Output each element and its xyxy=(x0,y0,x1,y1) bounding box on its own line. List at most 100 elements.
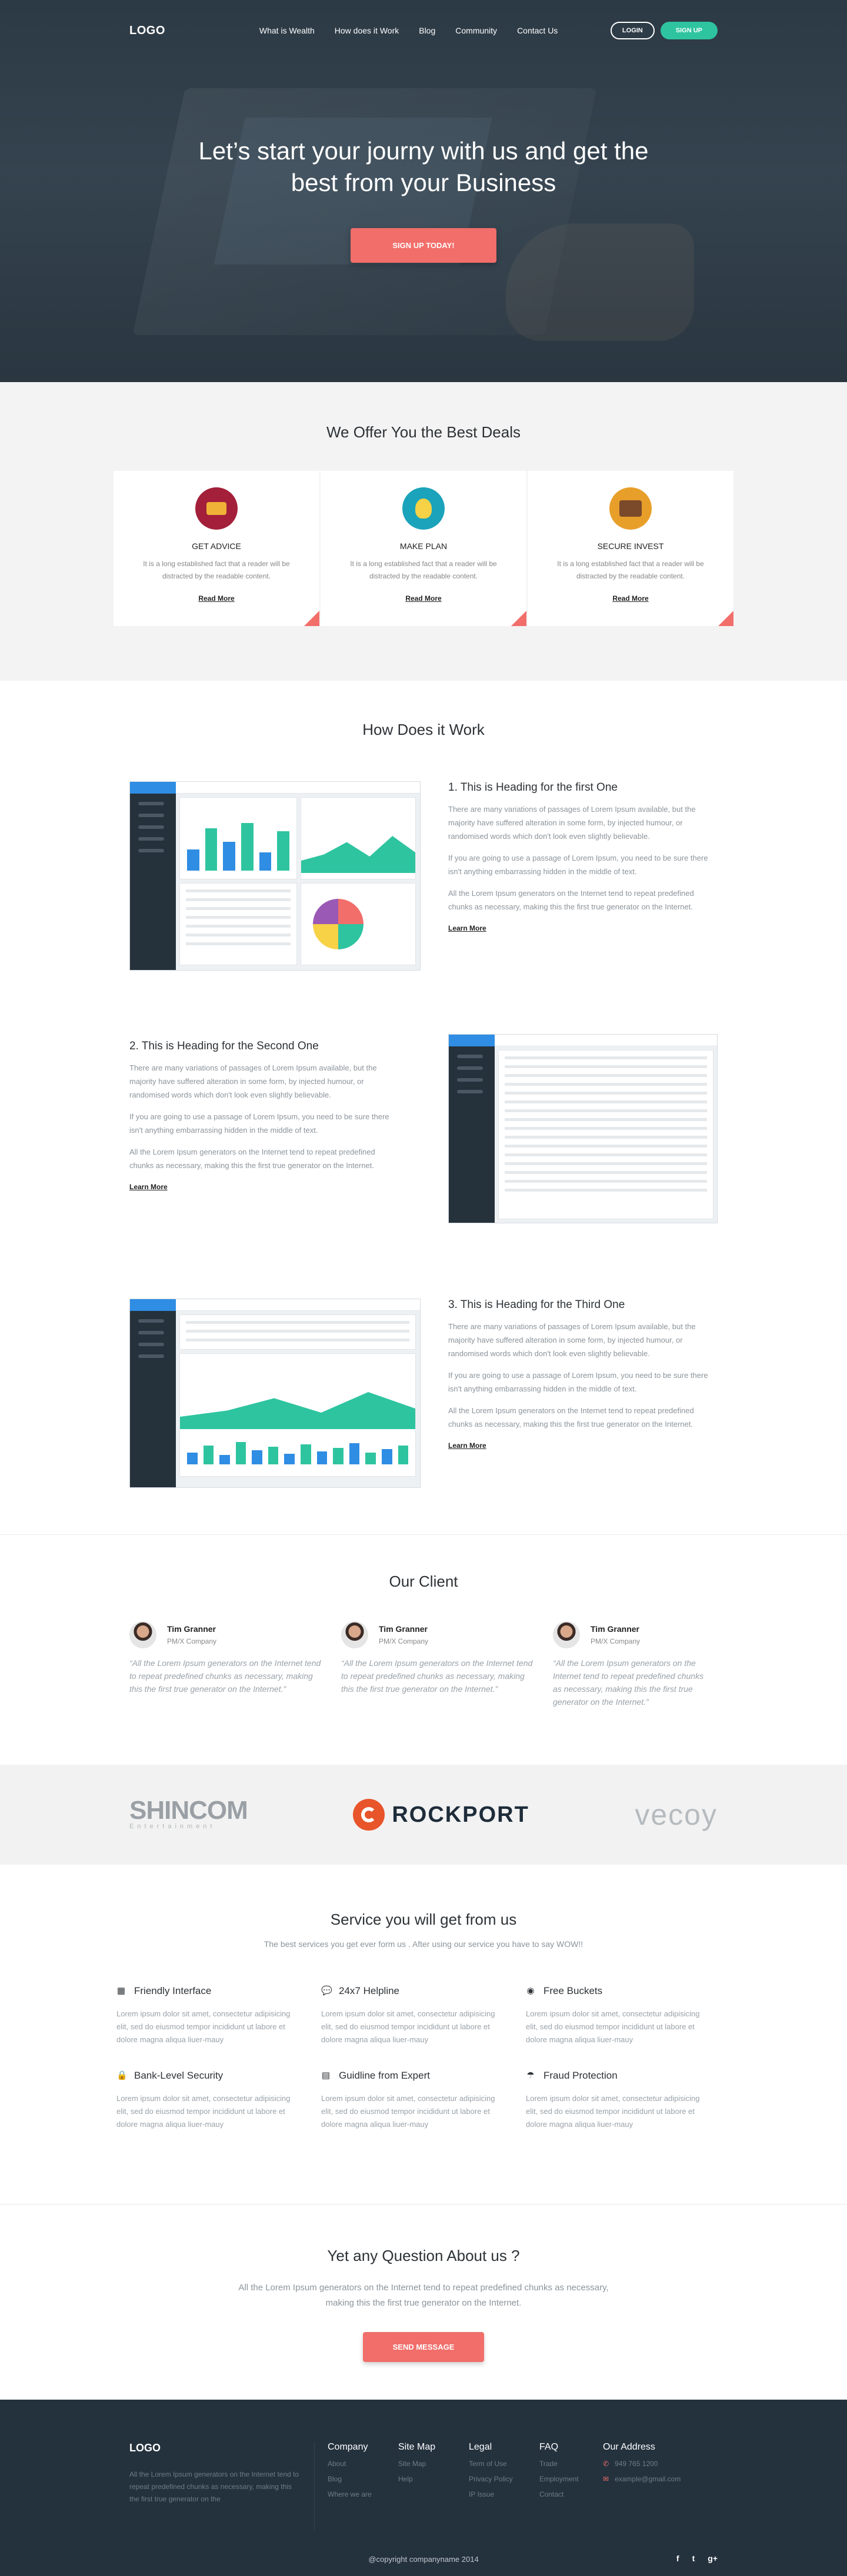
client-name: Tim Granner xyxy=(167,1624,216,1634)
client-role: PM/X Company xyxy=(167,1637,217,1645)
footer-link[interactable]: Trade xyxy=(539,2460,603,2468)
services-grid: ▦ Friendly Interface Lorem ipsum dolor si… xyxy=(0,1985,847,2131)
deal-cards: GET ADVICE It is a long established fact… xyxy=(0,471,847,626)
signup-today-button[interactable]: SIGN UP TODAY! xyxy=(351,228,496,263)
deal-card-title: GET ADVICE xyxy=(192,541,241,551)
chart-screenshot xyxy=(129,1299,421,1488)
vecoy-logo: vecoy xyxy=(635,1798,718,1831)
service-title: Fraud Protection xyxy=(543,2070,618,2081)
send-message-button[interactable]: SEND MESSAGE xyxy=(363,2332,484,2362)
footer-about: LOGO All the Lorem Ipsum generators on t… xyxy=(129,2442,306,2530)
footer-col-address: Our Address ✆ 949 765 1200 ✉ example@gmail… xyxy=(603,2442,709,2530)
footer-link[interactable]: IP Issue xyxy=(469,2490,539,2498)
email-address[interactable]: example@gmail.com xyxy=(615,2475,681,2483)
footer-link[interactable]: Privacy Policy xyxy=(469,2475,539,2483)
login-button[interactable]: LOGIN xyxy=(610,22,655,39)
deal-card-title: SECURE INVEST xyxy=(597,541,664,551)
footer-phone: ✆ 949 765 1200 xyxy=(603,2460,709,2468)
client-quote: “All the Lorem Ipsum generators on the I… xyxy=(341,1658,533,1694)
how-paragraph: All the Lorem Ipsum generators on the In… xyxy=(129,1148,375,1170)
how-text-2: 2. This is Heading for the Second One Th… xyxy=(129,1040,394,1191)
client-section: Our Client Tim Granner PM/X Company “All… xyxy=(0,1534,847,1765)
menu-how-does-it-work[interactable]: How does it Work xyxy=(335,26,399,35)
service-item: 🔒 Bank-Level Security Lorem ipsum dolor s… xyxy=(116,2070,321,2131)
deal-card: GET ADVICE It is a long established fact… xyxy=(114,471,319,626)
client-title: Our Client xyxy=(389,1573,458,1590)
twitter-icon[interactable]: t xyxy=(692,2554,695,2563)
main-menu: What is Wealth How does it Work Blog Com… xyxy=(259,26,558,35)
phone-number[interactable]: 949 765 1200 xyxy=(615,2460,658,2468)
read-more-link[interactable]: Read More xyxy=(114,594,319,603)
footer-link[interactable]: Term of Use xyxy=(469,2460,539,2468)
deal-card-text: It is a long established fact that a rea… xyxy=(350,560,497,580)
testimonial: Tim Granner PM/X Company “All the Lorem … xyxy=(129,1621,341,1708)
hero-title-line2: best from your Business xyxy=(291,169,556,196)
corner-accent xyxy=(304,611,319,626)
footer-col-company: Company About Blog Where we are xyxy=(328,2442,398,2530)
services-section: Service you will get from us The best se… xyxy=(0,1865,847,2204)
lock-icon: 🔒 xyxy=(116,2070,128,2080)
document-icon: ▤ xyxy=(321,2070,331,2080)
footer-link[interactable]: Site Map xyxy=(398,2460,469,2468)
menu-contact-us[interactable]: Contact Us xyxy=(517,26,558,35)
advice-icon xyxy=(195,487,238,530)
footer-col-sitemap: Site Map Site Map Help xyxy=(398,2442,469,2530)
how-heading: 3. This is Heading for the Third One xyxy=(448,1299,625,1311)
footer-col-title: Company xyxy=(328,2442,368,2452)
learn-more-link[interactable]: Learn More xyxy=(448,1441,713,1450)
read-more-link[interactable]: Read More xyxy=(528,594,733,603)
menu-community[interactable]: Community xyxy=(455,26,497,35)
menu-blog[interactable]: Blog xyxy=(419,26,435,35)
footer-col-title: Our Address xyxy=(603,2442,655,2452)
google-plus-icon[interactable]: g+ xyxy=(708,2554,718,2563)
how-heading: 1. This is Heading for the first One xyxy=(448,781,618,794)
footer-link[interactable]: Blog xyxy=(328,2475,398,2483)
mail-icon: ✉ xyxy=(603,2475,609,2483)
learn-more-link[interactable]: Learn More xyxy=(448,924,713,932)
signup-button[interactable]: SIGN UP xyxy=(660,22,718,39)
footer-link[interactable]: Employment xyxy=(539,2475,603,2483)
copyright: @copyright companyname 2014 xyxy=(368,2555,479,2564)
footer-divider xyxy=(314,2442,315,2530)
footer-link[interactable]: Where we are xyxy=(328,2490,398,2498)
deal-card: MAKE PLAN It is a long established fact … xyxy=(321,471,526,626)
question-text: All the Lorem Ipsum generators on the In… xyxy=(238,2283,609,2308)
service-title: 24x7 Helpline xyxy=(339,1985,400,1996)
footer-col-title: FAQ xyxy=(539,2442,559,2452)
menu-what-is-wealth[interactable]: What is Wealth xyxy=(259,26,315,35)
footer-link[interactable]: Help xyxy=(398,2475,469,2483)
how-paragraph: If you are going to use a passage of Lor… xyxy=(448,854,708,876)
client-quote: “All the Lorem Ipsum generators on the I… xyxy=(129,1658,321,1694)
partner-logos: SHINCOM Entertainment ROCKPORT vecoy xyxy=(0,1765,847,1865)
how-paragraph: All the Lorem Ipsum generators on the In… xyxy=(448,889,694,911)
service-title: Guidline from Expert xyxy=(339,2070,430,2081)
service-item: ▦ Friendly Interface Lorem ipsum dolor si… xyxy=(116,1985,321,2046)
how-paragraph: If you are going to use a passage of Lor… xyxy=(129,1112,389,1135)
hero-title-line1: Let’s start your journy with us and get … xyxy=(198,137,649,165)
deal-card-text: It is a long established fact that a rea… xyxy=(143,560,290,580)
service-title: Bank-Level Security xyxy=(134,2070,224,2081)
service-item: 💬 24x7 Helpline Lorem ipsum dolor sit ame… xyxy=(321,1985,526,2046)
how-row-3: 3. This is Heading for the Third One The… xyxy=(0,1299,847,1557)
footer-link[interactable]: Contact xyxy=(539,2490,603,2498)
briefcase-icon xyxy=(609,487,652,530)
service-text: Lorem ipsum dolor sit amet, consectetur … xyxy=(526,2009,700,2044)
logo[interactable]: LOGO xyxy=(129,24,165,38)
footer-link[interactable]: About xyxy=(328,2460,398,2468)
deal-card-title: MAKE PLAN xyxy=(399,541,448,551)
services-subtitle: The best services you get ever form us .… xyxy=(264,1939,583,1949)
service-text: Lorem ipsum dolor sit amet, consectetur … xyxy=(116,2009,291,2044)
how-text-3: 3. This is Heading for the Third One The… xyxy=(448,1299,713,1450)
table-screenshot xyxy=(448,1034,718,1223)
how-paragraph: There are many variations of passages of… xyxy=(448,1322,696,1358)
how-section: How Does it Work 1. This is Heading for … xyxy=(0,681,847,1534)
learn-more-link[interactable]: Learn More xyxy=(129,1183,394,1191)
footer-col-title: Site Map xyxy=(398,2442,436,2452)
footer-logo[interactable]: LOGO xyxy=(129,2442,306,2454)
facebook-icon[interactable]: f xyxy=(676,2554,679,2563)
client-role: PM/X Company xyxy=(379,1637,429,1645)
footer: LOGO All the Lorem Ipsum generators on t… xyxy=(0,2400,847,2576)
read-more-link[interactable]: Read More xyxy=(321,594,526,603)
service-text: Lorem ipsum dolor sit amet, consectetur … xyxy=(116,2094,291,2129)
grid-icon: ▦ xyxy=(116,1986,126,1996)
